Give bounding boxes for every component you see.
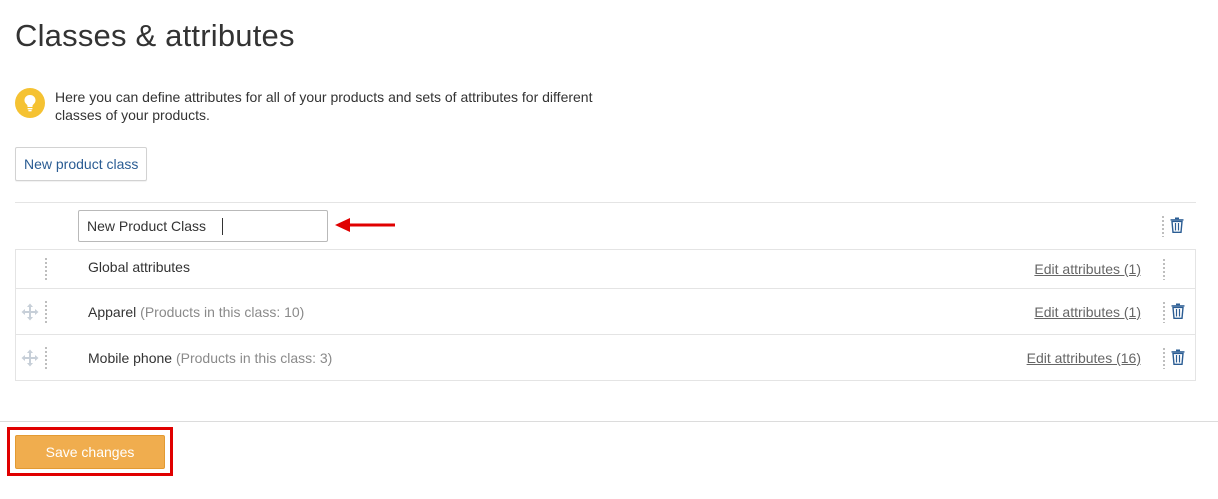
separator-dots (1163, 301, 1165, 323)
table-row: Mobile phone (Products in this class: 3)… (16, 334, 1195, 380)
new-product-class-button[interactable]: New product class (15, 147, 148, 181)
lightbulb-icon (15, 88, 45, 118)
trash-icon[interactable] (1171, 303, 1185, 324)
table-row: Apparel (Products in this class: 10) Edi… (16, 288, 1195, 334)
drag-dots (45, 300, 47, 324)
trash-icon[interactable] (1170, 217, 1184, 238)
classes-table: Global attributes Edit attributes (1) Ap… (15, 249, 1196, 381)
separator-dots (1163, 258, 1165, 280)
page-title: Classes & attributes (15, 18, 295, 53)
class-name: Global attributes (88, 259, 190, 275)
class-name-input[interactable] (78, 210, 328, 242)
separator-dots (1162, 215, 1164, 237)
text-cursor (222, 218, 223, 235)
separator-dots (1163, 347, 1165, 369)
edit-attributes-link[interactable]: Edit attributes (1) (1034, 261, 1141, 277)
info-text: Here you can define attributes for all o… (55, 89, 593, 123)
edit-attributes-link[interactable]: Edit attributes (16) (1027, 350, 1141, 366)
drag-dots (45, 346, 47, 370)
annotation-arrow-icon (335, 218, 395, 232)
drag-dots (45, 257, 47, 281)
table-row: Global attributes Edit attributes (1) (16, 250, 1195, 288)
move-icon[interactable] (21, 349, 39, 372)
footer-divider (0, 421, 1218, 422)
info-box: Here you can define attributes for all o… (15, 88, 595, 124)
class-name: Mobile phone (Products in this class: 3) (88, 350, 333, 366)
new-class-row (15, 202, 1196, 249)
trash-icon[interactable] (1171, 349, 1185, 370)
class-name: Apparel (Products in this class: 10) (88, 304, 305, 320)
edit-attributes-link[interactable]: Edit attributes (1) (1034, 304, 1141, 320)
save-changes-button[interactable]: Save changes (15, 435, 165, 469)
move-icon[interactable] (21, 303, 39, 326)
